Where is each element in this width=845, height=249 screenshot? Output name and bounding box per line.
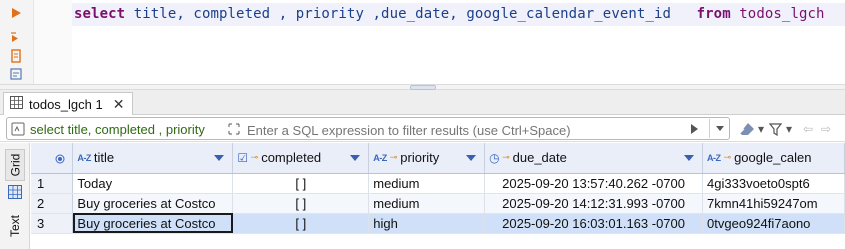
cell-google-calendar-event-id[interactable]: 0tvgeo924fi7aono xyxy=(702,213,845,234)
header-row: A-Z title ☑ ⊸ completed A-Z ⊸ priority ◷ ⊸ due_… xyxy=(31,143,845,174)
sql-editor[interactable]: select title, completed , priority ,due_… xyxy=(0,0,845,84)
datetime-type-icon: ◷ xyxy=(489,150,500,165)
column-header-priority[interactable]: A-Z ⊸ priority xyxy=(368,143,486,174)
filter-history-dropdown[interactable] xyxy=(709,119,729,138)
results-grid[interactable]: A-Z title ☑ ⊸ completed A-Z ⊸ priority ◷ ⊸ due_… xyxy=(31,143,845,249)
cell-completed[interactable]: [ ] xyxy=(232,213,370,234)
close-tab-icon[interactable]: ✕ xyxy=(113,96,125,113)
sql-keyword-from: from xyxy=(696,6,731,22)
text-type-icon: A-Z xyxy=(707,152,721,163)
column-label: google_calen xyxy=(734,150,812,166)
filter-query-text: select title, completed , priority xyxy=(30,122,205,137)
filter-box[interactable]: select title, completed , priority xyxy=(6,117,730,140)
cell-priority[interactable]: high xyxy=(368,213,486,234)
explain-plan-icon[interactable] xyxy=(9,49,23,63)
table-grid-icon xyxy=(10,96,23,112)
filter-dropdown-icon[interactable]: ▾ xyxy=(784,120,794,138)
app-window: select title, completed , priority ,due_… xyxy=(0,0,845,249)
row-number[interactable]: 1 xyxy=(31,173,74,194)
results-table: A-Z title ☑ ⊸ completed A-Z ⊸ priority ◷ ⊸ due_… xyxy=(31,143,845,234)
execute-statement-icon[interactable] xyxy=(9,6,23,20)
filter-expression-input[interactable] xyxy=(247,122,677,138)
apply-filter-icon[interactable] xyxy=(691,124,698,134)
text-type-icon: A-Z xyxy=(373,152,387,163)
key-icon: ⊸ xyxy=(723,152,732,163)
sort-arrow-icon[interactable] xyxy=(466,155,477,161)
select-all-corner[interactable] xyxy=(31,143,74,174)
cell-title[interactable]: Buy groceries at Costco xyxy=(72,193,234,214)
tab-text[interactable]: Text xyxy=(5,209,25,243)
eraser-dropdown-icon[interactable]: ▾ xyxy=(756,120,766,138)
text-tab-label: Text xyxy=(8,214,23,238)
expand-icon[interactable] xyxy=(227,121,241,137)
cell-due-date[interactable]: 2025-09-20 16:03:01.163 -0700 xyxy=(484,213,704,234)
column-header-google-calendar-event-id[interactable]: A-Z ⊸ google_calen xyxy=(702,143,845,174)
cell-due-date[interactable]: 2025-09-20 13:57:40.262 -0700 xyxy=(484,173,704,194)
grid-layout-icon[interactable] xyxy=(8,185,22,199)
filter-toolbar: select title, completed , priority ▾ ▾ ⇦… xyxy=(0,116,845,142)
key-icon: ⊸ xyxy=(250,152,259,163)
sql-table-name: todos_lgch xyxy=(739,6,825,22)
column-header-due-date[interactable]: ◷ ⊸ due_date xyxy=(484,143,704,174)
text-type-icon: A-Z xyxy=(77,152,91,163)
cell-google-calendar-event-id[interactable]: 7kmn41hi59247om xyxy=(702,193,845,214)
table-row[interactable]: 2 Buy groceries at Costco [ ] medium 202… xyxy=(31,193,845,214)
tab-grid[interactable]: Grid xyxy=(5,149,25,181)
row-number[interactable]: 2 xyxy=(31,193,74,214)
cell-completed[interactable]: [ ] xyxy=(232,193,370,214)
execute-script-icon[interactable] xyxy=(9,31,23,45)
editor-gutter xyxy=(0,0,34,84)
forward-arrow-icon[interactable]: ⇨ xyxy=(818,120,834,138)
eraser-icon[interactable] xyxy=(738,120,756,138)
column-label: completed xyxy=(261,150,322,166)
key-icon: ⊸ xyxy=(502,152,510,163)
sql-columns: title, completed , priority ,due_date, g… xyxy=(125,6,697,22)
cell-priority[interactable]: medium xyxy=(368,173,486,194)
grid-tab-label: Grid xyxy=(8,153,23,177)
column-label: due_date xyxy=(512,150,567,166)
table-row[interactable]: 1 Today [ ] medium 2025-09-20 13:57:40.2… xyxy=(31,173,845,194)
cell-title[interactable]: Today xyxy=(72,173,234,194)
column-header-title[interactable]: A-Z title xyxy=(72,143,234,174)
line-number-strip xyxy=(34,0,72,84)
row-number[interactable]: 3 xyxy=(31,213,74,234)
export-icon[interactable] xyxy=(9,67,23,81)
sql-query-icon xyxy=(11,122,25,136)
cell-due-date[interactable]: 2025-09-20 14:12:31.993 -0700 xyxy=(484,193,704,214)
column-label: priority xyxy=(400,150,440,166)
sort-arrow-icon[interactable] xyxy=(350,155,361,161)
tab-results-todos-lgch[interactable]: todos_lgch 1 ✕ xyxy=(3,92,133,115)
results-tab-bar: todos_lgch 1 ✕ xyxy=(0,90,845,115)
cell-completed[interactable]: [ ] xyxy=(232,173,370,194)
sort-arrow-icon[interactable] xyxy=(684,155,695,161)
column-label: title xyxy=(93,150,115,166)
back-arrow-icon[interactable]: ⇦ xyxy=(800,120,816,138)
boolean-type-icon: ☑ xyxy=(237,150,248,165)
tab-label: todos_lgch 1 xyxy=(29,96,103,112)
cell-priority[interactable]: medium xyxy=(368,193,486,214)
sort-arrow-icon[interactable] xyxy=(214,155,225,161)
sql-keyword-select: select xyxy=(74,6,126,22)
column-header-completed[interactable]: ☑ ⊸ completed xyxy=(232,143,370,174)
table-row-selected[interactable]: 3 Buy groceries at Costco [ ] high 2025-… xyxy=(31,213,845,234)
sql-statement[interactable]: select title, completed , priority ,due_… xyxy=(74,6,825,22)
filter-funnel-icon[interactable] xyxy=(768,120,782,138)
key-icon: ⊸ xyxy=(389,152,398,163)
view-mode-panel: Grid Text xyxy=(0,143,30,249)
cell-google-calendar-event-id[interactable]: 4gi333voeto0spt6 xyxy=(702,173,845,194)
cell-title-focused[interactable]: Buy groceries at Costco xyxy=(72,213,234,234)
